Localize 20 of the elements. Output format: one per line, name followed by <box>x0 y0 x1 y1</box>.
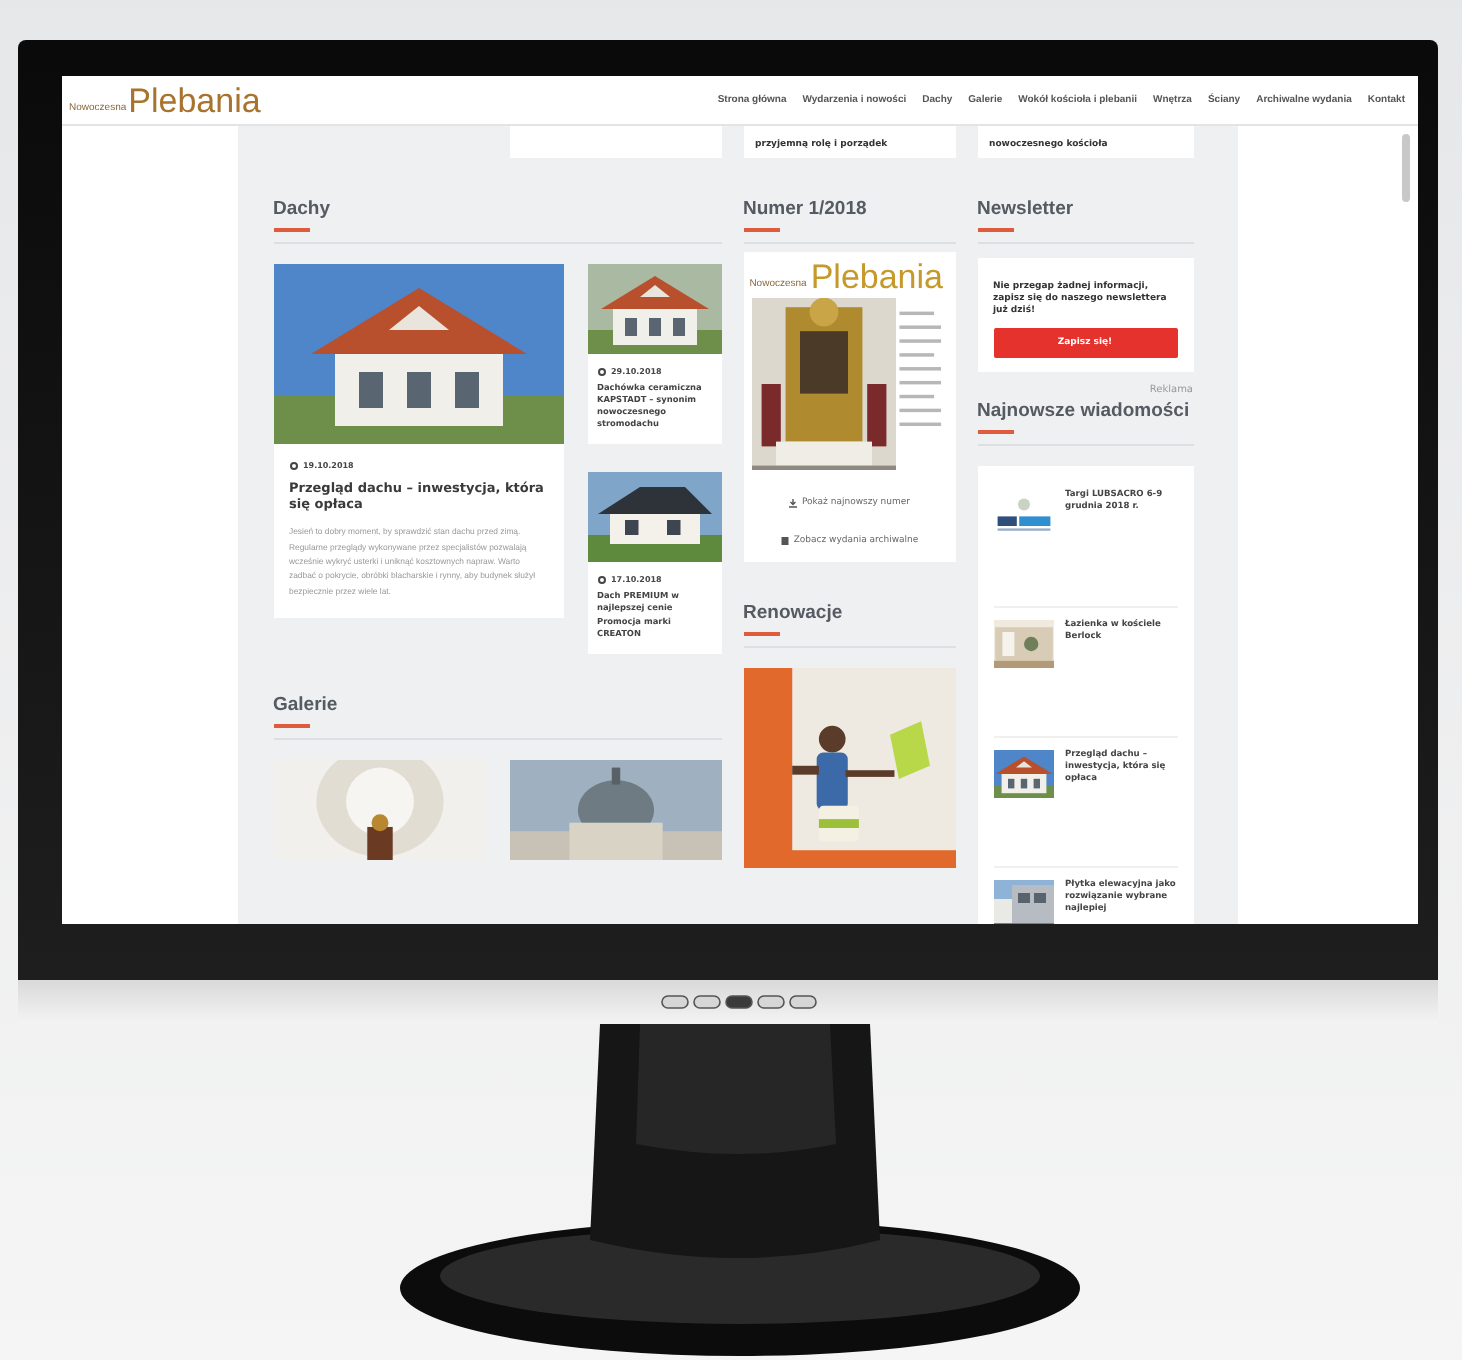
clock-icon <box>597 367 605 375</box>
download-icon <box>787 498 798 508</box>
section-heading: Newsletter <box>977 198 1076 220</box>
heading-underline <box>743 632 779 636</box>
book-icon <box>779 536 790 546</box>
cover-logo: Plebania <box>810 260 943 294</box>
section-heading: Renowacje <box>743 602 845 624</box>
heading-underline <box>273 228 309 232</box>
clock-icon <box>597 575 605 584</box>
section-heading: Najnowsze wiadomości <box>977 400 1192 423</box>
article-card[interactable] <box>273 264 563 618</box>
section-heading: Dachy <box>273 198 333 220</box>
heading-underline <box>273 723 309 728</box>
scrollbar[interactable] <box>1401 134 1409 202</box>
clock-icon <box>289 461 297 469</box>
heading-underline <box>977 228 1013 232</box>
section-heading: Numer 1/2018 <box>743 198 869 220</box>
section-heading: Galerie <box>273 693 340 716</box>
heading-underline <box>743 228 779 232</box>
heading-underline <box>977 430 1013 435</box>
